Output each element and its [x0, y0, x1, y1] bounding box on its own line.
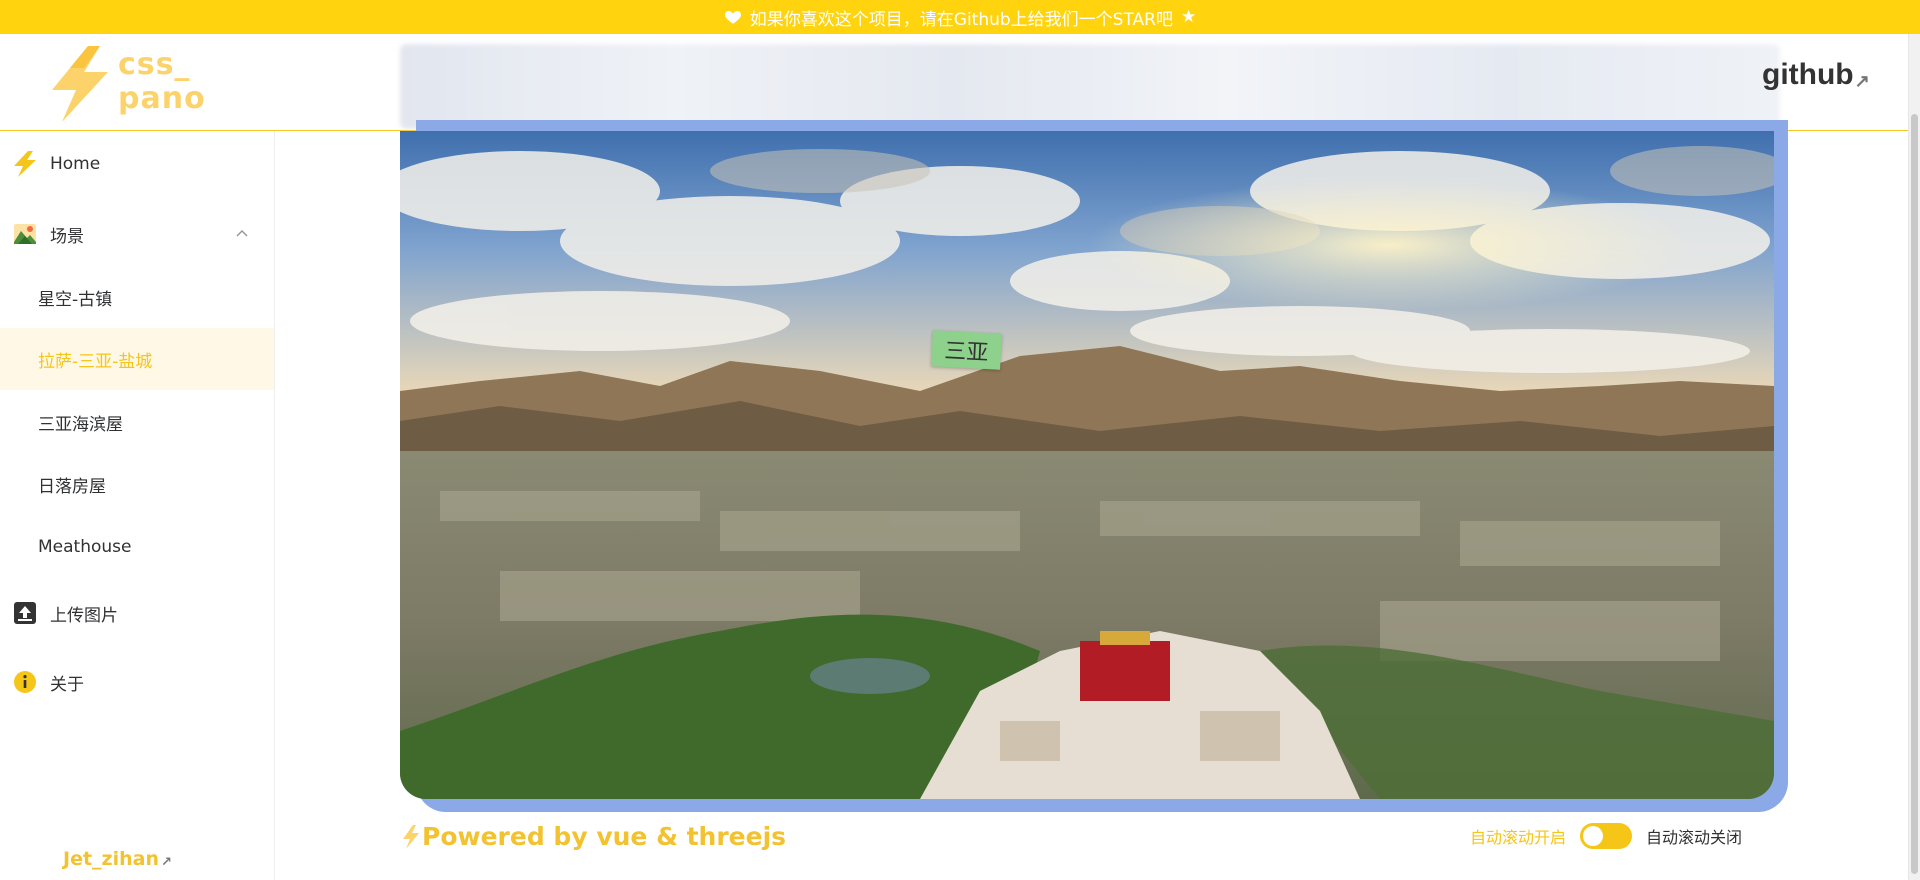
star-icon: ★: [1180, 7, 1197, 27]
logo-text-line2: pano: [118, 81, 206, 116]
panorama-image: [400, 131, 1774, 799]
logo[interactable]: css_ pano: [48, 46, 208, 122]
powered-by: Powered by vue & threejs: [402, 822, 786, 851]
toggle-knob: [1583, 826, 1604, 846]
app-header: css_ pano github ↗: [0, 34, 1920, 131]
sidebar-item-scene-3[interactable]: 日落房屋: [0, 453, 274, 515]
github-label: github: [1762, 58, 1854, 91]
sidebar-item-scene-1[interactable]: 拉萨-三亚-盐城: [0, 328, 274, 390]
external-link-icon: ↗: [1854, 71, 1870, 91]
sidebar-item-label: 关于: [50, 674, 84, 695]
sidebar-item-upload[interactable]: 上传图片: [0, 582, 274, 644]
landscape-icon: [12, 221, 38, 247]
logo-text-line1: css_: [118, 47, 191, 82]
header-backdrop: [400, 44, 1780, 129]
lightning-icon: [403, 824, 419, 849]
heart-icon: [724, 11, 741, 24]
autoscroll-toggle[interactable]: [1580, 823, 1633, 849]
sidebar-item-home[interactable]: Home: [0, 133, 274, 195]
sidebar-item-scenes[interactable]: 场景: [0, 203, 274, 265]
info-icon: [12, 669, 38, 695]
powered-by-text: Powered by vue & threejs: [422, 822, 787, 851]
banner-text: 如果你喜欢这个项目，请在Github上给我们一个STAR吧: [749, 9, 1173, 30]
autoscroll-on-label[interactable]: 自动滚动开启: [1470, 824, 1566, 848]
lightning-icon: [12, 151, 38, 177]
lightning-bolt-icon: [52, 46, 108, 122]
autoscroll-control: 自动滚动开启 自动滚动关闭: [1470, 823, 1742, 849]
scrollbar-thumb[interactable]: [1911, 114, 1918, 874]
upload-icon: [12, 600, 38, 626]
external-link-icon: ↗: [160, 855, 172, 870]
chevron-up-icon: [236, 230, 248, 237]
panorama-viewer[interactable]: 三亚: [400, 131, 1774, 799]
sidebar-item-label: 场景: [50, 226, 84, 247]
sidebar-item-scene-2[interactable]: 三亚海滨屋: [0, 391, 274, 453]
github-link[interactable]: github ↗: [1762, 58, 1870, 92]
sidebar-item-about[interactable]: 关于: [0, 651, 274, 713]
page-scrollbar[interactable]: [1908, 34, 1920, 880]
star-banner[interactable]: 如果你喜欢这个项目，请在Github上给我们一个STAR吧 ★: [0, 0, 1920, 34]
author-name: Jet_zihan: [63, 848, 159, 870]
sidebar-item-label: Home: [50, 154, 101, 174]
sidebar-item-label: 上传图片: [50, 605, 118, 626]
sidebar: Home 场景 星空-古镇 拉萨-三亚-盐城 三亚海滨屋 日落房屋 Meatho…: [0, 131, 275, 880]
sidebar-item-scene-4[interactable]: Meathouse: [0, 516, 274, 578]
hotspot-label[interactable]: 三亚: [931, 330, 1002, 370]
author-link[interactable]: Jet_zihan ↗: [63, 848, 172, 870]
sidebar-item-scene-0[interactable]: 星空-古镇: [0, 266, 274, 328]
autoscroll-off-label[interactable]: 自动滚动关闭: [1646, 824, 1742, 848]
